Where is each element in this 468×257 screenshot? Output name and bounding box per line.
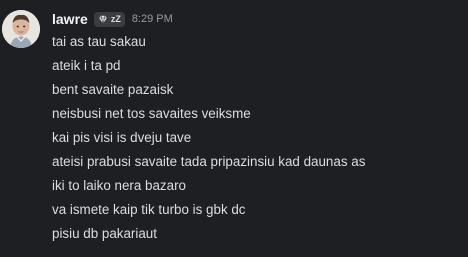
message-line: kai pis visi is dveju tave	[52, 130, 192, 145]
message-line: va ismete kaip tik turbo is gbk dc	[52, 202, 246, 217]
username[interactable]: lawre	[52, 11, 88, 27]
message-line: pisiu db pakariaut	[52, 226, 157, 241]
message-line: iki to laiko nera bazaro	[52, 178, 186, 193]
message-line: neisbusi net tos savaites veiksme	[52, 106, 251, 121]
message-group: lawre zZ 8:29 PM tai as tau sakau ateik …	[0, 0, 468, 257]
server-tag-text: zZ	[110, 14, 121, 24]
chat-area: lawre zZ 8:29 PM tai as tau sakau ateik …	[0, 0, 468, 257]
message-list: tai as tau sakau ateik i ta pd bent sava…	[52, 30, 365, 246]
message-line: ateik i ta pd	[52, 58, 121, 73]
avatar-image	[2, 10, 40, 48]
message-line: tai as tau sakau	[52, 34, 146, 49]
message-header: lawre zZ 8:29 PM	[52, 9, 173, 29]
server-tag-badge[interactable]: zZ	[93, 11, 125, 27]
diamond-icon	[98, 15, 108, 24]
avatar[interactable]	[2, 10, 40, 48]
timestamp: 8:29 PM	[131, 13, 173, 25]
message-line: bent savaite pazaisk	[52, 82, 174, 97]
message-line: ateisi prabusi savaite tada pripazinsiu …	[52, 154, 366, 169]
